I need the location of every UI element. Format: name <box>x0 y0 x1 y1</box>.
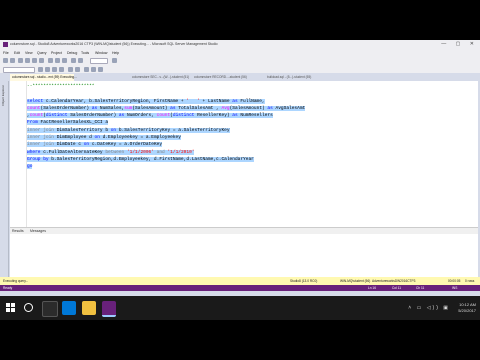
status-time: 00:00:05 <box>448 279 461 283</box>
comment-line: --*********************** <box>27 84 95 89</box>
ide-line: Ln 16 <box>368 286 376 290</box>
menu-help[interactable]: Help <box>112 51 119 55</box>
cancel-query-icon[interactable] <box>52 67 57 72</box>
parse-icon[interactable] <box>59 67 64 72</box>
debug-icon[interactable] <box>45 67 50 72</box>
forward-icon[interactable] <box>10 58 15 63</box>
ide-col: Col 11 <box>392 286 401 290</box>
status-server: Studio8 (13.0 RC0) <box>290 279 318 283</box>
menu-project[interactable]: Project <box>51 51 62 55</box>
editor-gutter <box>10 81 27 227</box>
system-tray-icons[interactable]: ˄ ▭ ◁)) ▣ <box>408 305 450 311</box>
paste-icon[interactable] <box>62 58 67 63</box>
results-tabs: Results Messages <box>10 228 478 234</box>
query-options-icon[interactable] <box>75 67 80 72</box>
find-icon[interactable] <box>112 58 117 63</box>
window-controls[interactable]: — ▢ ✕ <box>441 41 478 47</box>
status-executing: Executing query... <box>3 279 29 283</box>
query-status-bar: Executing query... Studio8 (13.0 RC0) WI… <box>0 277 480 285</box>
results-to-grid-icon[interactable] <box>84 67 89 72</box>
ssms-app-icon <box>3 42 8 47</box>
status-database: AdventureworksDW2016CTP3 <box>372 279 416 283</box>
ide-status-bar: Ready Ln 16 Col 11 Ch 11 INS <box>0 285 480 291</box>
ide-status-ready: Ready <box>3 286 13 290</box>
menu-bar: File Edit View Query Project Debug Tools… <box>0 49 480 56</box>
task-view-icon[interactable] <box>42 301 58 317</box>
clock-date: 5/20/2017 <box>458 307 476 313</box>
menu-tools[interactable]: Tools <box>81 51 89 55</box>
tab-messages[interactable]: Messages <box>30 229 46 233</box>
object-explorer-label: Object Explorer <box>1 85 5 106</box>
document-tabs: columnstore.sql - studio...ent (59) Exec… <box>0 73 480 81</box>
title-bar: columnstore.sql - Studio8 Adventureworks… <box>0 40 480 49</box>
tab-results[interactable]: Results <box>12 229 24 233</box>
ssms-window: columnstore.sql - Studio8 Adventureworks… <box>0 40 480 296</box>
save-icon[interactable] <box>32 58 37 63</box>
windows-start-icon[interactable] <box>6 303 16 313</box>
search-icon[interactable] <box>24 303 33 312</box>
tab-columnstore-active[interactable]: columnstore.sql - studio...ent (59) Exec… <box>10 74 77 81</box>
solution-config-dropdown[interactable] <box>90 58 108 64</box>
ide-ch: Ch 11 <box>416 286 425 290</box>
menu-view[interactable]: View <box>25 51 33 55</box>
status-rows: 0 rows <box>465 279 475 283</box>
menu-window[interactable]: Window <box>95 51 107 55</box>
object-explorer-collapsed[interactable]: Object Explorer <box>0 81 9 281</box>
clock-time: 10:12 AM <box>459 302 476 307</box>
comment-icon[interactable] <box>91 67 96 72</box>
edge-icon[interactable] <box>62 301 76 315</box>
open-file-icon[interactable] <box>25 58 30 63</box>
tab-bulkload[interactable]: bulkload.sql - (5...)-student (55) <box>265 74 325 81</box>
execute-icon[interactable] <box>38 67 43 72</box>
save-all-icon[interactable] <box>39 58 44 63</box>
query-text[interactable]: --*********************** select c.Calen… <box>27 83 306 171</box>
menu-edit[interactable]: Edit <box>14 51 20 55</box>
menu-query[interactable]: Query <box>37 51 47 55</box>
undo-icon[interactable] <box>71 58 76 63</box>
display-plan-icon[interactable] <box>68 67 73 72</box>
menu-debug[interactable]: Debug <box>67 51 77 55</box>
windows-taskbar: ˄ ▭ ◁)) ▣ 10:12 AM 5/20/2017 <box>0 296 480 320</box>
clock[interactable]: 10:12 AM 5/20/2017 <box>458 302 476 313</box>
letterbox-bottom <box>0 320 480 360</box>
cut-icon[interactable] <box>48 58 53 63</box>
tab-columnstore-sec[interactable]: columnstore SEC...v...(W...)-student (51… <box>130 74 194 81</box>
ide-ins: INS <box>452 286 458 290</box>
new-query-icon[interactable] <box>18 58 23 63</box>
menu-file[interactable]: File <box>3 51 9 55</box>
window-title: columnstore.sql - Studio8 Adventureworks… <box>10 42 218 46</box>
file-explorer-icon[interactable] <box>82 301 96 315</box>
copy-icon[interactable] <box>55 58 60 63</box>
ssms-taskbar-icon[interactable] <box>102 301 116 317</box>
status-user: WIN-MQ\student (56) <box>340 279 371 283</box>
query-editor[interactable]: --*********************** select c.Calen… <box>10 81 478 227</box>
uncomment-icon[interactable] <box>98 67 103 72</box>
back-icon[interactable] <box>3 58 8 63</box>
results-pane[interactable]: Results Messages <box>10 227 478 278</box>
redo-icon[interactable] <box>78 58 83 63</box>
tab-columnstore-record[interactable]: columnstore RECORD...-student (56) <box>192 74 254 81</box>
